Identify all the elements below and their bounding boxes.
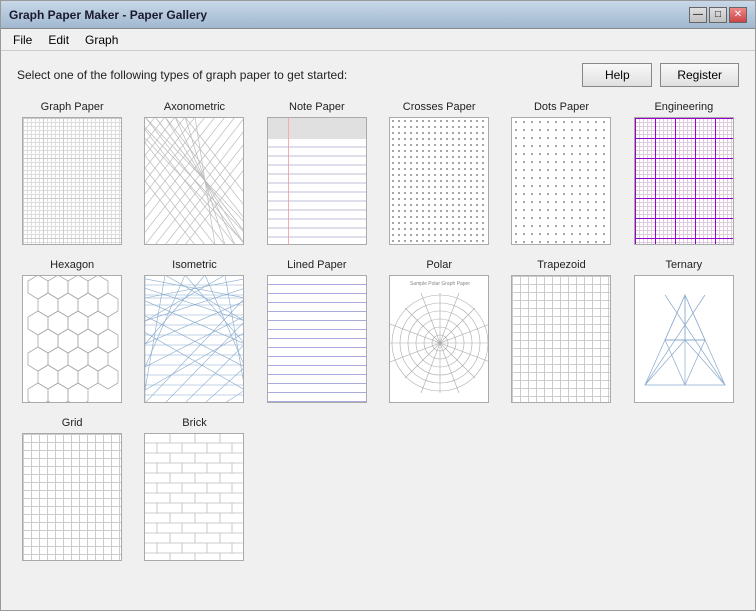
paper-item-dots-paper[interactable]: Dots Paper <box>506 101 616 245</box>
paper-thumb-grid[interactable] <box>22 433 122 561</box>
paper-thumb-hexagon[interactable] <box>22 275 122 403</box>
maximize-button[interactable]: □ <box>709 7 727 23</box>
paper-label-grid: Grid <box>62 417 83 429</box>
main-window: Graph Paper Maker - Paper Gallery — □ ✕ … <box>0 0 756 611</box>
svg-text:Sample Polar Graph Paper: Sample Polar Graph Paper <box>410 281 470 287</box>
menu-edit[interactable]: Edit <box>40 31 77 49</box>
pattern-isometric-svg <box>145 275 243 403</box>
paper-item-axonometric[interactable]: Axonometric <box>139 101 249 245</box>
menu-bar: File Edit Graph <box>1 29 755 51</box>
paper-label-lined-paper: Lined Paper <box>287 259 346 271</box>
close-button[interactable]: ✕ <box>729 7 747 23</box>
pattern-note-svg <box>268 117 366 245</box>
paper-thumb-isometric[interactable] <box>144 275 244 403</box>
pattern-engineering <box>635 118 733 244</box>
paper-label-isometric: Isometric <box>172 259 217 271</box>
paper-thumb-graph-paper[interactable] <box>22 117 122 245</box>
pattern-crosses <box>390 118 488 244</box>
paper-thumb-axonometric[interactable] <box>144 117 244 245</box>
paper-item-grid[interactable]: Grid <box>17 417 127 561</box>
window-title: Graph Paper Maker - Paper Gallery <box>9 8 207 22</box>
help-button[interactable]: Help <box>582 63 652 87</box>
paper-item-crosses-paper[interactable]: Crosses Paper <box>384 101 494 245</box>
pattern-polar-svg: Sample Polar Graph Paper <box>390 275 488 403</box>
paper-label-hexagon: Hexagon <box>50 259 94 271</box>
top-bar: Select one of the following types of gra… <box>17 63 739 87</box>
pattern-ternary-svg <box>635 275 733 403</box>
paper-label-crosses-paper: Crosses Paper <box>403 101 476 113</box>
window-controls: — □ ✕ <box>689 7 747 23</box>
top-buttons: Help Register <box>582 63 739 87</box>
paper-item-engineering[interactable]: Engineering <box>629 101 739 245</box>
pattern-hexagon-svg <box>23 275 121 403</box>
paper-thumb-trapezoid[interactable] <box>511 275 611 403</box>
paper-label-polar: Polar <box>426 259 452 271</box>
paper-item-polar[interactable]: Polar Sample Polar Graph Paper <box>384 259 494 403</box>
pattern-graph <box>23 118 121 244</box>
paper-item-isometric[interactable]: Isometric <box>139 259 249 403</box>
paper-label-trapezoid: Trapezoid <box>537 259 586 271</box>
paper-label-note-paper: Note Paper <box>289 101 345 113</box>
paper-label-ternary: Ternary <box>665 259 702 271</box>
menu-graph[interactable]: Graph <box>77 31 126 49</box>
paper-grid-row1: Graph Paper Axonometric <box>17 101 739 245</box>
instruction-text: Select one of the following types of gra… <box>17 68 347 82</box>
paper-thumb-dots-paper[interactable] <box>511 117 611 245</box>
paper-thumb-engineering[interactable] <box>634 117 734 245</box>
paper-label-brick: Brick <box>182 417 206 429</box>
paper-thumb-lined-paper[interactable] <box>267 275 367 403</box>
pattern-lined <box>268 276 366 402</box>
paper-thumb-ternary[interactable] <box>634 275 734 403</box>
paper-label-dots-paper: Dots Paper <box>534 101 589 113</box>
paper-item-graph-paper[interactable]: Graph Paper <box>17 101 127 245</box>
paper-item-trapezoid[interactable]: Trapezoid <box>506 259 616 403</box>
title-bar: Graph Paper Maker - Paper Gallery — □ ✕ <box>1 1 755 29</box>
paper-thumb-polar[interactable]: Sample Polar Graph Paper <box>389 275 489 403</box>
paper-label-graph-paper: Graph Paper <box>41 101 104 113</box>
pattern-dots <box>512 118 610 244</box>
pattern-grid <box>23 434 121 560</box>
paper-item-brick[interactable]: Brick <box>139 417 249 561</box>
paper-grid-row3: Grid Brick <box>17 417 739 561</box>
paper-grid-row2: Hexagon <box>17 259 739 403</box>
paper-thumb-brick[interactable] <box>144 433 244 561</box>
minimize-button[interactable]: — <box>689 7 707 23</box>
paper-label-engineering: Engineering <box>654 101 713 113</box>
menu-file[interactable]: File <box>5 31 40 49</box>
pattern-axonometric-svg <box>145 117 243 245</box>
paper-item-hexagon[interactable]: Hexagon <box>17 259 127 403</box>
pattern-trapezoid <box>512 276 610 402</box>
register-button[interactable]: Register <box>660 63 739 87</box>
paper-item-ternary[interactable]: Ternary <box>629 259 739 403</box>
paper-item-note-paper[interactable]: Note Paper <box>262 101 372 245</box>
paper-item-lined-paper[interactable]: Lined Paper <box>262 259 372 403</box>
paper-thumb-crosses-paper[interactable] <box>389 117 489 245</box>
content-area: Select one of the following types of gra… <box>1 51 755 610</box>
paper-thumb-note-paper[interactable] <box>267 117 367 245</box>
pattern-brick-svg <box>145 433 243 561</box>
paper-label-axonometric: Axonometric <box>164 101 225 113</box>
